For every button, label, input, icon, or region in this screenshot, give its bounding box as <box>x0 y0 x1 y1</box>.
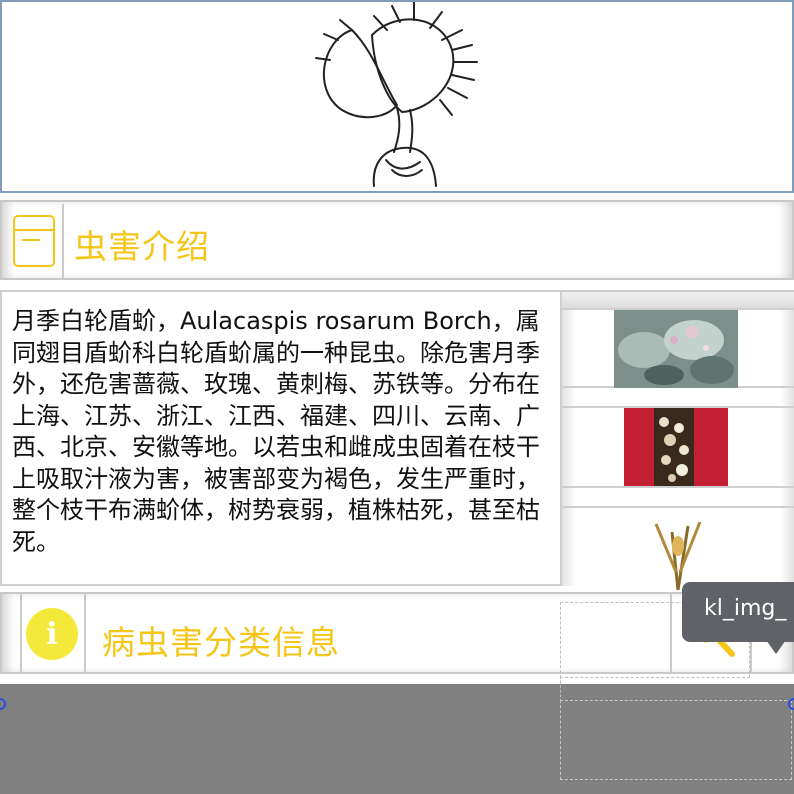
intro-section-header: 虫害介绍 <box>0 200 794 280</box>
pest-photo-branch <box>624 408 728 486</box>
intro-icon-box <box>6 204 64 278</box>
thumbnail-separator <box>562 488 794 508</box>
pest-photo-stem <box>654 521 702 590</box>
pest-photo-leaves <box>614 310 738 388</box>
tooltip-pointer <box>766 640 786 654</box>
tooltip: kl_img_ <box>682 582 794 642</box>
pest-description-text: 月季白轮盾蚧，Aulacaspis rosarum Borch，属同翅目盾蚧科白… <box>12 307 540 556</box>
category-section-title: 病虫害分类信息 <box>102 623 340 662</box>
selection-outline <box>560 700 792 780</box>
pest-content-area: 月季白轮盾蚧，Aulacaspis rosarum Borch，属同翅目盾蚧科白… <box>0 290 794 590</box>
tooltip-text: kl_img_ <box>704 596 787 621</box>
selection-guide <box>560 676 561 702</box>
thumbnail-column[interactable] <box>560 292 794 590</box>
thumbnail-item[interactable] <box>562 508 794 590</box>
header-divider <box>84 594 86 672</box>
note-icon <box>13 215 55 267</box>
hero-image-panel <box>0 0 794 193</box>
thumbnail-item[interactable] <box>562 310 794 388</box>
thumbnail-top-strip <box>562 292 794 310</box>
venus-flytrap-illustration <box>315 2 478 187</box>
header-divider <box>20 594 22 672</box>
thumbnail-item[interactable] <box>562 408 794 488</box>
resize-handle-right[interactable] <box>788 698 794 710</box>
thumbnail-separator <box>562 388 794 408</box>
intro-section-title: 虫害介绍 <box>74 227 210 266</box>
info-icon: i <box>26 608 78 660</box>
